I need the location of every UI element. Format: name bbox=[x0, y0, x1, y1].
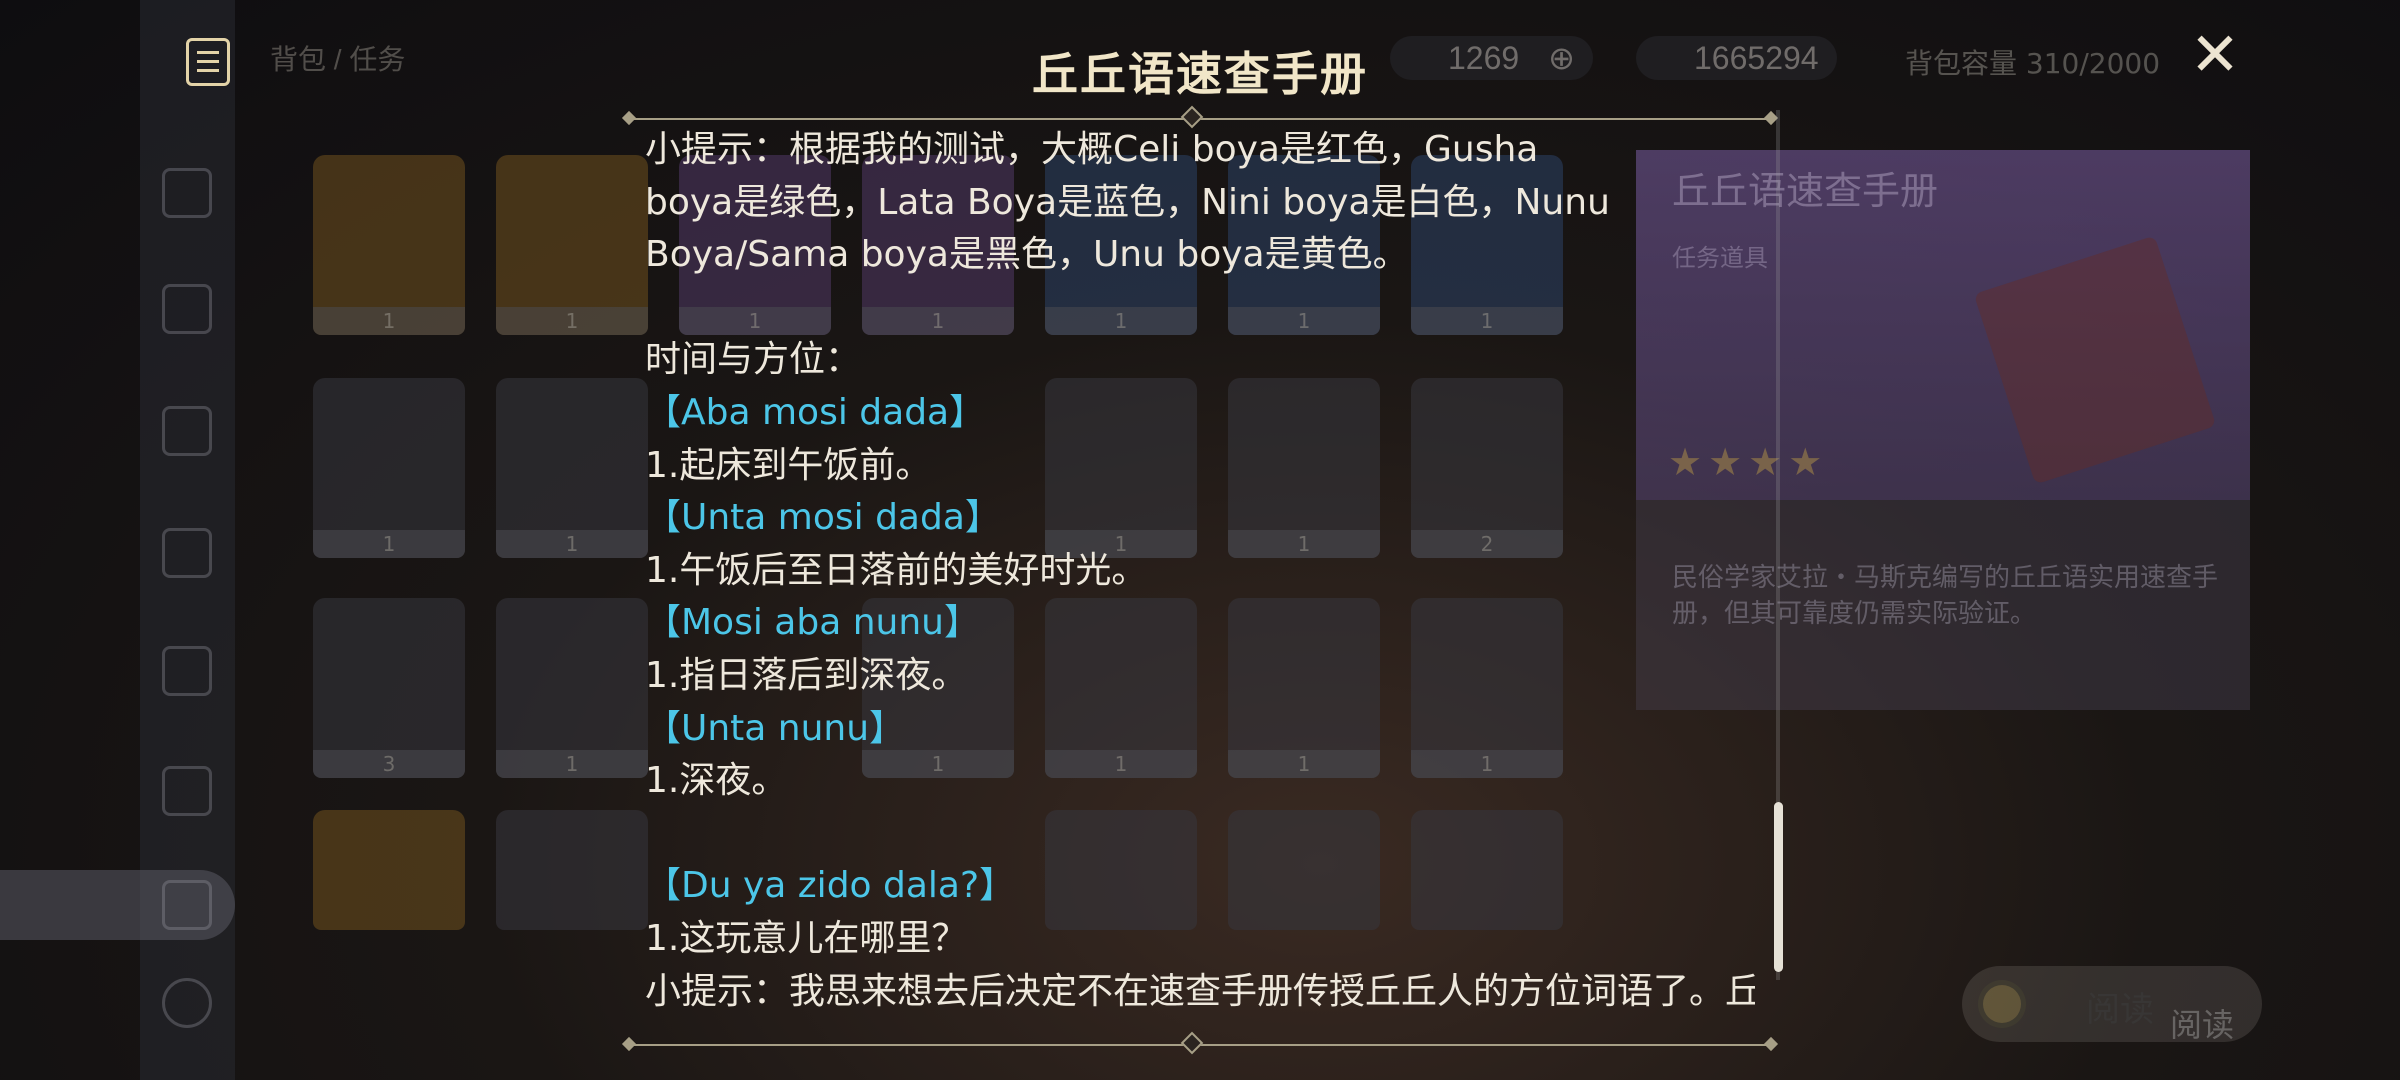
inventory-item[interactable]: 3 bbox=[313, 598, 465, 778]
note-line: Boya/Sama boya是黑色，Unu boya是黄色。 bbox=[645, 234, 1409, 276]
note-content[interactable]: 小提示：根据我的测试，大概Celi boya是红色，Gusha boya是绿色，… bbox=[645, 124, 1755, 1012]
section-heading: 时间与方位： bbox=[645, 339, 862, 381]
note-blank-line bbox=[645, 808, 1755, 861]
material-category-icon[interactable] bbox=[162, 646, 212, 696]
note-line: 小提示：我思来想去后决定不在速查手册传授丘丘人的方位词语了。丘 bbox=[645, 970, 1755, 1012]
phrase-heading: 【Mosi aba nunu】 bbox=[645, 602, 980, 644]
read-button-label: 阅读 bbox=[2086, 990, 2154, 1030]
note-scrollbar-thumb[interactable] bbox=[1774, 802, 1783, 972]
phrase-definition: 1.起床到午饭前。 bbox=[645, 444, 932, 486]
phrase-definition: 1.深夜。 bbox=[645, 760, 788, 802]
phrase-heading: 【Unta mosi dada】 bbox=[645, 497, 1001, 539]
food-category-icon[interactable] bbox=[162, 528, 212, 578]
read-icon bbox=[1978, 980, 2026, 1028]
phrase-definition: 1.午饭后至日落前的美好时光。 bbox=[645, 549, 1148, 591]
inventory-item[interactable] bbox=[313, 810, 465, 930]
note-line: boya是绿色，Lata Boya是蓝色，Nini boya是白色，Nunu bbox=[645, 181, 1610, 223]
weapon-category-icon[interactable] bbox=[162, 168, 212, 218]
phrase-heading: 【Unta nunu】 bbox=[645, 707, 906, 749]
inventory-item[interactable]: 1 bbox=[313, 155, 465, 335]
note-title: 丘丘语速查手册 bbox=[1032, 47, 1368, 101]
inventory-item[interactable]: 1 bbox=[496, 155, 648, 335]
inventory-item[interactable]: 1 bbox=[496, 378, 648, 558]
close-icon[interactable]: ✕ bbox=[2186, 25, 2244, 85]
item-detail-description: 民俗学家艾拉・马斯克编写的丘丘语实用速查手册，但其可靠度仍需实际验证。 bbox=[1672, 563, 2219, 629]
read-button-ghost-label: 阅读 bbox=[2170, 1006, 2235, 1044]
phrase-definition: 1.指日落后到深夜。 bbox=[645, 654, 968, 696]
top-divider bbox=[621, 105, 1779, 129]
trash-icon[interactable] bbox=[162, 978, 212, 1028]
phrase-heading: 【Du ya zido dala?】 bbox=[645, 865, 1016, 907]
inventory-item[interactable]: 1 bbox=[496, 598, 648, 778]
gadget-category-icon[interactable] bbox=[162, 766, 212, 816]
artifact-category-icon[interactable] bbox=[162, 284, 212, 334]
phrase-definition: 1.这玩意儿在哪里？ bbox=[645, 917, 968, 959]
character-material-category-icon[interactable] bbox=[162, 406, 212, 456]
note-blank-line bbox=[645, 282, 1755, 335]
phrase-heading: 【Aba mosi dada】 bbox=[645, 391, 986, 433]
inventory-item[interactable] bbox=[496, 810, 648, 930]
note-line: 小提示：根据我的测试，大概Celi boya是红色，Gusha bbox=[645, 129, 1539, 170]
quest-category-icon[interactable] bbox=[162, 880, 212, 930]
inventory-item[interactable]: 1 bbox=[313, 378, 465, 558]
bottom-divider bbox=[621, 1031, 1779, 1055]
